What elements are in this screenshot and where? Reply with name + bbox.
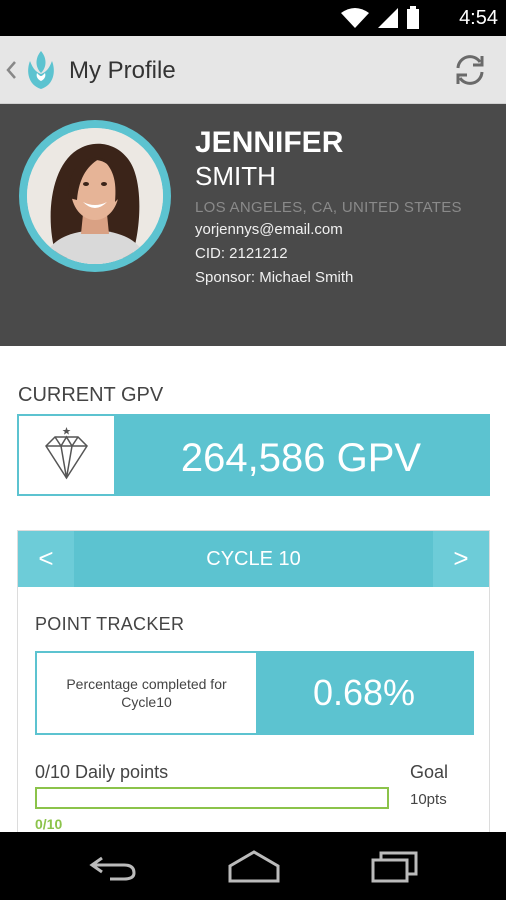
gpv-value-cell: 264,586 GPV (114, 416, 488, 494)
page-title: My Profile (69, 57, 176, 84)
status-time: 4:54 (459, 7, 498, 29)
status-bar: 4:54 (0, 0, 506, 36)
refresh-icon[interactable] (452, 52, 488, 88)
gpv-value: 264,586 GPV (180, 436, 422, 480)
percentage-box: Percentage completed for Cycle10 0.68% (35, 651, 474, 735)
profile-location: LOS ANGELES, CA, UNITED STATES (195, 199, 462, 216)
profile-last-name: SMITH (195, 161, 276, 191)
avatar[interactable] (19, 120, 171, 272)
daily-points-label: 0/10 Daily points (35, 762, 169, 782)
signal-icon (378, 8, 398, 28)
profile-cid: CID: 2121212 (195, 245, 288, 262)
percentage-value-cell: 0.68% (256, 653, 472, 733)
cycle-prev-button[interactable]: < (18, 531, 74, 587)
home-icon[interactable] (226, 848, 282, 884)
back-chevron-icon[interactable] (4, 56, 18, 84)
profile-header: JENNIFER SMITH LOS ANGELES, CA, UNITED S… (0, 104, 506, 346)
recents-icon[interactable] (370, 848, 420, 884)
profile-sponsor: Sponsor: Michael Smith (195, 269, 354, 286)
percentage-value: 0.68% (312, 672, 416, 713)
goal-value: 10pts (410, 791, 447, 808)
app-bar: My Profile (0, 36, 506, 104)
gpv-icon-cell (19, 416, 114, 494)
back-icon[interactable] (88, 848, 138, 884)
diamond-icon (45, 427, 88, 480)
percentage-caption-cell: Percentage completed for Cycle10 (37, 653, 256, 733)
profile-first-name: JENNIFER (195, 126, 344, 159)
gpv-card: 264,586 GPV (17, 414, 490, 496)
avatar-photo (27, 128, 163, 264)
system-nav-bar (0, 832, 506, 900)
daily-points-progress-text: 0/10 (35, 816, 63, 832)
profile-email: yorjennys@email.com (195, 221, 343, 238)
wifi-icon (341, 8, 369, 28)
app-logo[interactable] (24, 49, 58, 91)
cycle-card: < CYCLE 10 > POINT TRACKER Percentage co… (17, 530, 490, 850)
battery-icon (407, 6, 419, 29)
status-icons (340, 6, 420, 30)
daily-points-progress-bar (35, 787, 389, 809)
person-icon (27, 128, 163, 264)
percentage-caption: Percentage completed for Cycle10 (66, 676, 227, 710)
screen: 4:54 My Profile JENNIFER SMITH LOS ANGEL… (0, 0, 506, 900)
cycle-next-button[interactable]: > (433, 531, 489, 587)
gpv-label: CURRENT GPV (18, 384, 164, 406)
point-tracker-title: POINT TRACKER (35, 614, 185, 634)
cycle-nav: < CYCLE 10 > (18, 531, 489, 587)
cycle-title: CYCLE 10 (206, 548, 301, 570)
goal-label: Goal (410, 762, 449, 782)
